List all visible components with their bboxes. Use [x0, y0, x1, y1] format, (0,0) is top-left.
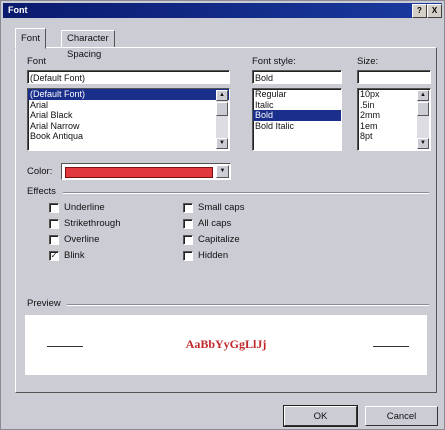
- color-label: Color:: [27, 166, 53, 177]
- color-swatch: [65, 167, 213, 178]
- scroll-up-icon[interactable]: ▲: [417, 90, 429, 101]
- font-list-item[interactable]: Arial Black: [28, 110, 229, 121]
- small-caps-checkbox[interactable]: [183, 203, 193, 213]
- tab-font[interactable]: Font: [15, 28, 47, 49]
- tab-character-spacing[interactable]: Character Spacing: [61, 30, 115, 60]
- scroll-thumb[interactable]: [417, 102, 429, 116]
- title-bar[interactable]: Font ? X: [3, 3, 442, 18]
- size-label: Size:: [357, 56, 379, 67]
- effects-label: Effects: [27, 186, 56, 197]
- cancel-button[interactable]: Cancel: [365, 406, 438, 426]
- all-caps-label: All caps: [198, 218, 232, 229]
- font-style-list-item[interactable]: Bold Italic: [253, 121, 341, 132]
- scroll-up-icon[interactable]: ▲: [216, 90, 228, 101]
- font-input[interactable]: (Default Font): [27, 70, 230, 84]
- font-style-list-item[interactable]: Italic: [253, 100, 341, 111]
- font-list-item[interactable]: Book Antiqua: [28, 131, 229, 142]
- effects-divider: [63, 192, 429, 194]
- color-select[interactable]: ▼: [61, 163, 231, 180]
- font-style-list[interactable]: Regular Italic Bold Bold Italic: [252, 88, 342, 151]
- font-dialog: Font ? X Font Character Spacing Font (De…: [0, 0, 445, 430]
- hidden-checkbox[interactable]: [183, 251, 193, 261]
- scroll-down-icon[interactable]: ▼: [417, 138, 429, 149]
- window-title: Font: [8, 5, 28, 15]
- font-style-list-items: Regular Italic Bold Bold Italic: [253, 89, 341, 131]
- preview-baseline-right: [373, 346, 409, 347]
- font-style-label: Font style:: [252, 56, 296, 67]
- size-input[interactable]: [357, 70, 431, 84]
- blink-checkbox[interactable]: ✓: [49, 251, 59, 261]
- capitalize-label: Capitalize: [198, 234, 240, 245]
- font-list-scrollbar[interactable]: ▲ ▼: [216, 90, 228, 149]
- font-list-item[interactable]: Arial Narrow: [28, 121, 229, 132]
- small-caps-label: Small caps: [198, 202, 245, 213]
- blink-label: Blink: [64, 250, 85, 261]
- font-style-input[interactable]: Bold: [252, 70, 342, 84]
- capitalize-checkbox[interactable]: [183, 235, 193, 245]
- font-label: Font: [27, 56, 47, 67]
- preview-divider: [67, 304, 429, 306]
- overline-label: Overline: [64, 234, 100, 245]
- ok-button[interactable]: OK: [283, 405, 358, 427]
- preview-label: Preview: [27, 298, 61, 309]
- scroll-thumb[interactable]: [216, 102, 228, 116]
- font-list-item[interactable]: Arial: [28, 100, 229, 111]
- font-list-items: (Default Font) Arial Arial Black Arial Narr…: [28, 89, 229, 142]
- size-list-scrollbar[interactable]: ▲ ▼: [417, 90, 429, 149]
- preview-sample-text: AaBbYyGgLlJj: [185, 337, 267, 351]
- underline-label: Underline: [64, 202, 105, 213]
- hidden-label: Hidden: [198, 250, 229, 261]
- font-style-list-item[interactable]: Bold: [253, 110, 341, 121]
- chevron-down-icon[interactable]: ▼: [216, 165, 229, 178]
- font-style-list-item[interactable]: Regular: [253, 89, 341, 100]
- font-list-item[interactable]: (Default Font): [28, 89, 229, 100]
- size-list[interactable]: 10px .5in 2mm 1em 8pt ▲ ▼: [357, 88, 431, 151]
- all-caps-checkbox[interactable]: [183, 219, 193, 229]
- underline-checkbox[interactable]: [49, 203, 59, 213]
- font-list[interactable]: (Default Font) Arial Arial Black Arial Narr…: [27, 88, 230, 151]
- strikethrough-checkbox[interactable]: [49, 219, 59, 229]
- strikethrough-label: Strikethrough: [64, 218, 121, 229]
- close-button[interactable]: X: [427, 4, 442, 18]
- help-button[interactable]: ?: [412, 4, 427, 18]
- preview-pane: AaBbYyGgLlJj: [25, 315, 427, 375]
- scroll-down-icon[interactable]: ▼: [216, 138, 228, 149]
- overline-checkbox[interactable]: [49, 235, 59, 245]
